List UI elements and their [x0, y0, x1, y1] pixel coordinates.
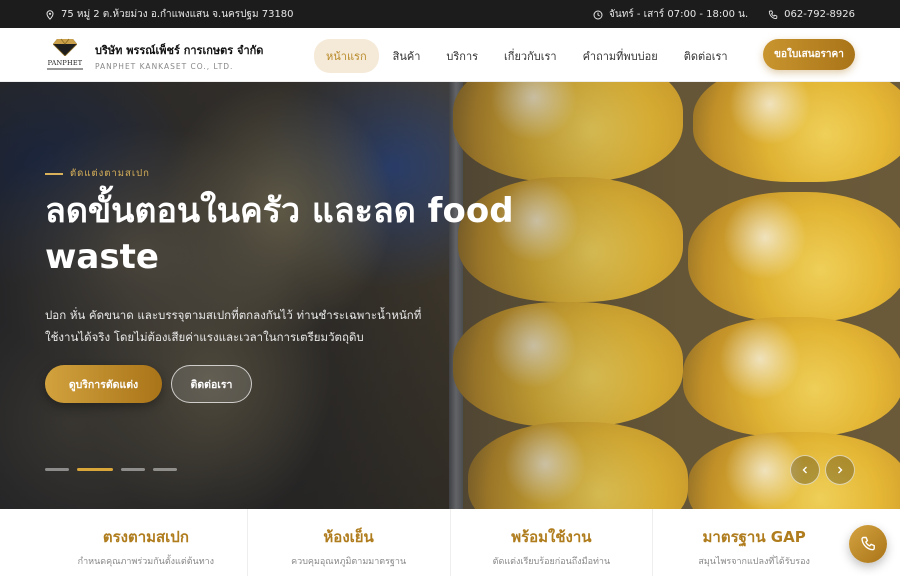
- request-quote-button[interactable]: ขอใบเสนอราคา: [763, 39, 855, 70]
- feature-card: พร้อมใช้งาน ตัดแต่งเรียบร้อยก่อนถึงมือท่…: [451, 509, 654, 576]
- phone-group[interactable]: 062-792-8926: [768, 9, 855, 20]
- nav-item-products[interactable]: สินค้า: [381, 39, 433, 73]
- view-cutting-service-button[interactable]: ดูบริการตัดแต่ง: [45, 365, 162, 403]
- hero-eyebrow: ตัดแต่งตามสเปก: [45, 166, 150, 181]
- logo-underline: [47, 68, 83, 70]
- feature-subtitle: สมุนไพรจากแปลงที่ได้รับรอง: [698, 557, 810, 567]
- feature-title: พร้อมใช้งาน: [511, 528, 592, 546]
- address-group: 75 หมู่ 2 ต.ห้วยม่วง อ.กำแพงแสน จ.นครปฐม…: [45, 7, 294, 22]
- slider-next-button[interactable]: [825, 455, 855, 485]
- main-nav: หน้าแรก สินค้า บริการ เกี่ยวกับเรา คำถาม…: [314, 39, 742, 73]
- logo[interactable]: PANPHET: [45, 36, 85, 74]
- hero-slider: ตัดแต่งตามสเปก ลดขั้นตอนในครัว และลด foo…: [0, 82, 900, 509]
- feature-title: มาตรฐาน GAP: [702, 528, 806, 546]
- slider-dots: [45, 468, 177, 471]
- clock-icon: [593, 10, 603, 19]
- hero-headline: ลดขั้นตอนในครัว และลด food waste: [45, 191, 514, 277]
- site-header: PANPHET บริษัท พรรณ์เพ็ชร์ การเกษตร จำกั…: [0, 28, 900, 82]
- nav-item-about[interactable]: เกี่ยวกับเรา: [492, 39, 569, 73]
- hero-lead: ปอก หั่น คัดขนาด และบรรจุตามสเปกที่ตกลงก…: [45, 308, 422, 344]
- feature-subtitle: ตัดแต่งเรียบร้อยก่อนถึงมือท่าน: [492, 557, 611, 567]
- brand-text: บริษัท พรรณ์เพ็ชร์ การเกษตร จำกัด PANPHE…: [95, 41, 263, 71]
- feature-card: ห้องเย็น ควบคุมอุณหภูมิตามมาตรฐาน: [248, 509, 451, 576]
- address-text: 75 หมู่ 2 ต.ห้วยม่วง อ.กำแพงแสน จ.นครปฐม…: [61, 9, 294, 20]
- feature-card: ตรงตามสเปก กำหนดคุณภาพร่วมกันตั้งแต่ต้นท…: [45, 509, 248, 576]
- feature-subtitle: กำหนดคุณภาพร่วมกันตั้งแต่ต้นทาง: [77, 557, 215, 567]
- phone-text[interactable]: 062-792-8926: [784, 9, 855, 20]
- diamond-logo-icon: [53, 38, 77, 56]
- company-name-th: บริษัท พรรณ์เพ็ชร์ การเกษตร จำกัด: [95, 44, 264, 57]
- eyebrow-line: [45, 172, 63, 175]
- phone-icon: [861, 536, 875, 551]
- slider-prev-button[interactable]: [790, 455, 820, 485]
- slider-dot-2[interactable]: [77, 468, 113, 471]
- hours-text: จันทร์ - เสาร์ 07:00 - 18:00 น.: [609, 9, 749, 20]
- slider-dot-1[interactable]: [45, 468, 69, 471]
- logo-wordmark: PANPHET: [47, 59, 83, 67]
- location-pin-icon: [46, 9, 54, 20]
- nav-item-home[interactable]: หน้าแรก: [314, 39, 379, 73]
- chevron-right-icon: [838, 466, 843, 474]
- company-name-en: PANPHET KANKASET CO., LTD.: [95, 62, 234, 71]
- feature-card: มาตรฐาน GAP สมุนไพรจากแปลงที่ได้รับรอง: [653, 509, 855, 576]
- nav-item-faq[interactable]: คำถามที่พบบ่อย: [571, 39, 670, 73]
- nav-item-contact[interactable]: ติดต่อเรา: [672, 39, 740, 73]
- hours-group: จันทร์ - เสาร์ 07:00 - 18:00 น.: [593, 7, 748, 22]
- feature-subtitle: ควบคุมอุณหภูมิตามมาตรฐาน: [291, 557, 407, 567]
- nav-item-services[interactable]: บริการ: [434, 39, 490, 73]
- feature-title: ตรงตามสเปก: [102, 528, 189, 546]
- contact-us-button[interactable]: ติดต่อเรา: [171, 365, 252, 403]
- feature-title: ห้องเย็น: [323, 528, 374, 546]
- hero-eyebrow-text: ตัดแต่งตามสเปก: [70, 168, 150, 179]
- top-bar: 75 หมู่ 2 ต.ห้วยม่วง อ.กำแพงแสน จ.นครปฐม…: [0, 0, 900, 28]
- floating-call-button[interactable]: [849, 525, 887, 563]
- slider-dot-4[interactable]: [153, 468, 177, 471]
- feature-strip: ตรงตามสเปก กำหนดคุณภาพร่วมกันตั้งแต่ต้นท…: [45, 509, 855, 576]
- chevron-left-icon: [802, 466, 807, 474]
- slider-dot-3[interactable]: [121, 468, 145, 471]
- phone-icon: [769, 10, 778, 19]
- hero-overlay: [0, 82, 900, 509]
